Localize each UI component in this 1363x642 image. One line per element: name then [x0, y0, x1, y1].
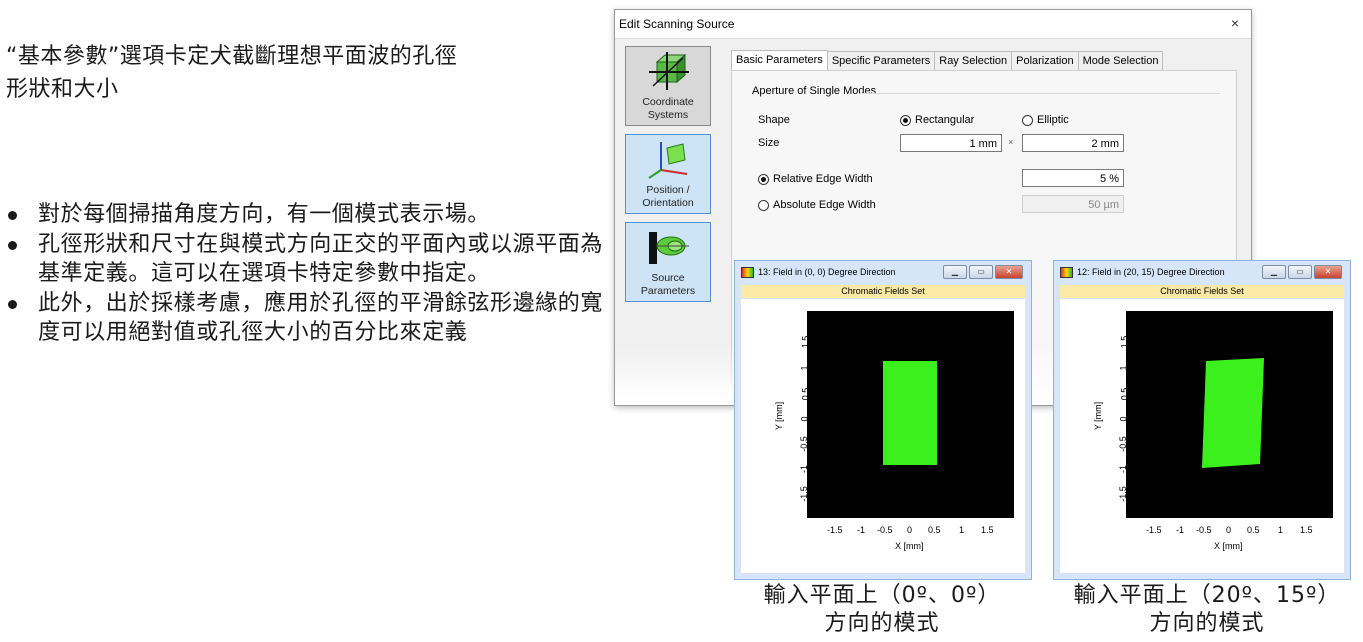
x-axis-label: X [mm]: [1214, 541, 1243, 551]
y-tick: 0.5: [800, 387, 811, 401]
minimize-icon[interactable]: ▁: [1262, 265, 1286, 279]
x-tick: 0: [907, 525, 913, 535]
group-title: Aperture of Single Modes: [752, 85, 877, 97]
y-tick: 1.5: [1119, 335, 1130, 349]
y-tick: -0.5: [1117, 436, 1128, 452]
field-window-subtitle: Chromatic Fields Set: [741, 285, 1025, 298]
field-plot-area: 1.5 1 0.5 0 -0.5 -1 -1.5 Y [mm] -1.5 -1 …: [1060, 299, 1344, 573]
y-tick: -0.5: [798, 436, 809, 452]
bullet-list: 對於每個掃描角度方向，有一個模式表示場。 孔徑形狀和尺寸在與模式方向正交的平面內…: [6, 200, 606, 348]
shape-elliptic-radio[interactable]: Elliptic: [1022, 114, 1069, 126]
coordinate-systems-icon: [649, 52, 689, 90]
field-window-0-0: 13: Field in (0, 0) Degree Direction ▁ ▭…: [734, 260, 1032, 580]
x-tick: 0.5: [928, 525, 941, 535]
sidebar-item-source-parameters[interactable]: Source Parameters: [625, 222, 711, 302]
sidebar-item-label: Coordinate Systems: [642, 96, 694, 121]
size-label: Size: [758, 137, 780, 149]
position-orientation-icon: [648, 142, 688, 179]
size-y-field[interactable]: 2 mm: [1022, 134, 1124, 152]
close-icon[interactable]: ✕: [995, 265, 1023, 279]
dialog-titlebar: Edit Scanning Source ×: [615, 10, 1251, 39]
sidebar-item-coordinate-systems[interactable]: Coordinate Systems: [625, 46, 711, 126]
aperture-field-shape: [1202, 358, 1264, 468]
field-plot: [1126, 311, 1333, 518]
dialog-tabs: Basic Parameters Specific Parameters Ray…: [731, 50, 1164, 72]
field-plot-area: 1.5 1 0.5 0 -0.5 -1 -1.5 Y [mm] -1.5 -1 …: [741, 299, 1025, 573]
x-tick: 1.5: [981, 525, 994, 535]
y-tick: 1: [1118, 365, 1129, 371]
x-tick: 0: [1226, 525, 1232, 535]
close-icon[interactable]: ×: [1231, 15, 1239, 31]
x-tick: 1: [959, 525, 965, 535]
y-tick: 1.5: [800, 335, 811, 349]
relative-edge-width-field[interactable]: 5 %: [1022, 169, 1124, 187]
x-tick: -1: [1176, 525, 1185, 535]
restore-icon[interactable]: ▭: [1288, 265, 1312, 279]
group-divider: [860, 93, 1220, 94]
size-x-field[interactable]: 1 mm: [900, 134, 1002, 152]
window-controls: ▁ ▭ ✕: [1260, 265, 1342, 279]
field-window-20-15: 12: Field in (20, 15) Degree Direction ▁…: [1053, 260, 1351, 580]
x-tick: -1.5: [1146, 525, 1162, 535]
y-tick: -1: [1118, 464, 1129, 474]
x-tick: 1: [1278, 525, 1284, 535]
dialog-title: Edit Scanning Source: [619, 17, 735, 31]
y-tick: -1: [799, 464, 810, 474]
bullet-item: 對於每個掃描角度方向，有一個模式表示場。: [6, 200, 606, 230]
shape-rectangular-radio[interactable]: Rectangular: [900, 114, 974, 126]
dialog-sidebar: Coordinate Systems Position / Orientatio…: [625, 46, 713, 310]
x-axis-label: X [mm]: [895, 541, 924, 551]
bullet-item: 此外，出於採樣考慮，應用於孔徑的平滑餘弦形邊緣的寬度可以用絕對值或孔徑大小的百分…: [6, 289, 606, 348]
tab-ray-selection[interactable]: Ray Selection: [934, 51, 1013, 72]
x-tick: 0.5: [1247, 525, 1260, 535]
y-tick: 0.5: [1119, 387, 1130, 401]
x-tick: 1.5: [1300, 525, 1313, 535]
radio-selected-icon: [758, 173, 769, 185]
close-icon[interactable]: ✕: [1314, 265, 1342, 279]
x-tick: -0.5: [877, 525, 893, 535]
x-tick: -0.5: [1196, 525, 1212, 535]
caption-0-0: 輸入平面上（0º、0º） 方向的模式: [763, 583, 1001, 636]
tab-basic-parameters[interactable]: Basic Parameters: [731, 50, 828, 71]
caption-20-15: 輸入平面上（20º、15º） 方向的模式: [1073, 583, 1341, 636]
radio-unselected-icon: [758, 199, 769, 211]
bullet-dot-icon: [8, 240, 17, 250]
aperture-field-shape: [883, 361, 937, 465]
y-tick: 0: [799, 416, 810, 422]
shape-label: Shape: [758, 114, 790, 126]
absolute-edge-width-radio[interactable]: Absolute Edge Width: [758, 199, 876, 211]
tab-specific-parameters[interactable]: Specific Parameters: [826, 51, 936, 72]
field-window-subtitle: Chromatic Fields Set: [1060, 285, 1344, 298]
y-tick: -1.5: [798, 486, 809, 502]
size-separator: ×: [1008, 137, 1014, 147]
relative-edge-width-radio[interactable]: Relative Edge Width: [758, 173, 873, 185]
field-plot: [807, 311, 1014, 518]
bullet-dot-icon: [8, 211, 17, 220]
bullet-item: 孔徑形狀和尺寸在與模式方向正交的平面內或以源平面為基準定義。這可以在選項卡特定參…: [6, 230, 606, 289]
tab-mode-selection[interactable]: Mode Selection: [1077, 51, 1164, 72]
x-tick: -1: [857, 525, 866, 535]
bullet-dot-icon: [8, 299, 17, 309]
x-tick: -1.5: [827, 525, 843, 535]
slide-intro: “基本參數”選項卡定犬截斷理想平面波的孔徑形狀和大小: [6, 44, 458, 102]
sidebar-item-position-orientation[interactable]: Position / Orientation: [625, 134, 711, 214]
source-parameters-icon: [649, 232, 689, 264]
field-window-icon: [1060, 266, 1073, 278]
y-tick: 0: [1118, 416, 1129, 422]
radio-unselected-icon: [1022, 114, 1033, 126]
y-tick: 1: [799, 365, 810, 371]
field-window-icon: [741, 266, 754, 278]
minimize-icon[interactable]: ▁: [943, 265, 967, 279]
restore-icon[interactable]: ▭: [969, 265, 993, 279]
tab-polarization[interactable]: Polarization: [1011, 51, 1079, 72]
radio-selected-icon: [900, 114, 911, 126]
y-axis-label: Y [mm]: [774, 401, 785, 431]
window-controls: ▁ ▭ ✕: [941, 265, 1023, 279]
sidebar-item-label: Source Parameters: [640, 272, 696, 297]
y-tick: -1.5: [1117, 486, 1128, 502]
absolute-edge-width-field: 50 µm: [1022, 195, 1124, 213]
sidebar-item-label: Position / Orientation: [642, 184, 694, 209]
y-axis-label: Y [mm]: [1093, 401, 1104, 431]
